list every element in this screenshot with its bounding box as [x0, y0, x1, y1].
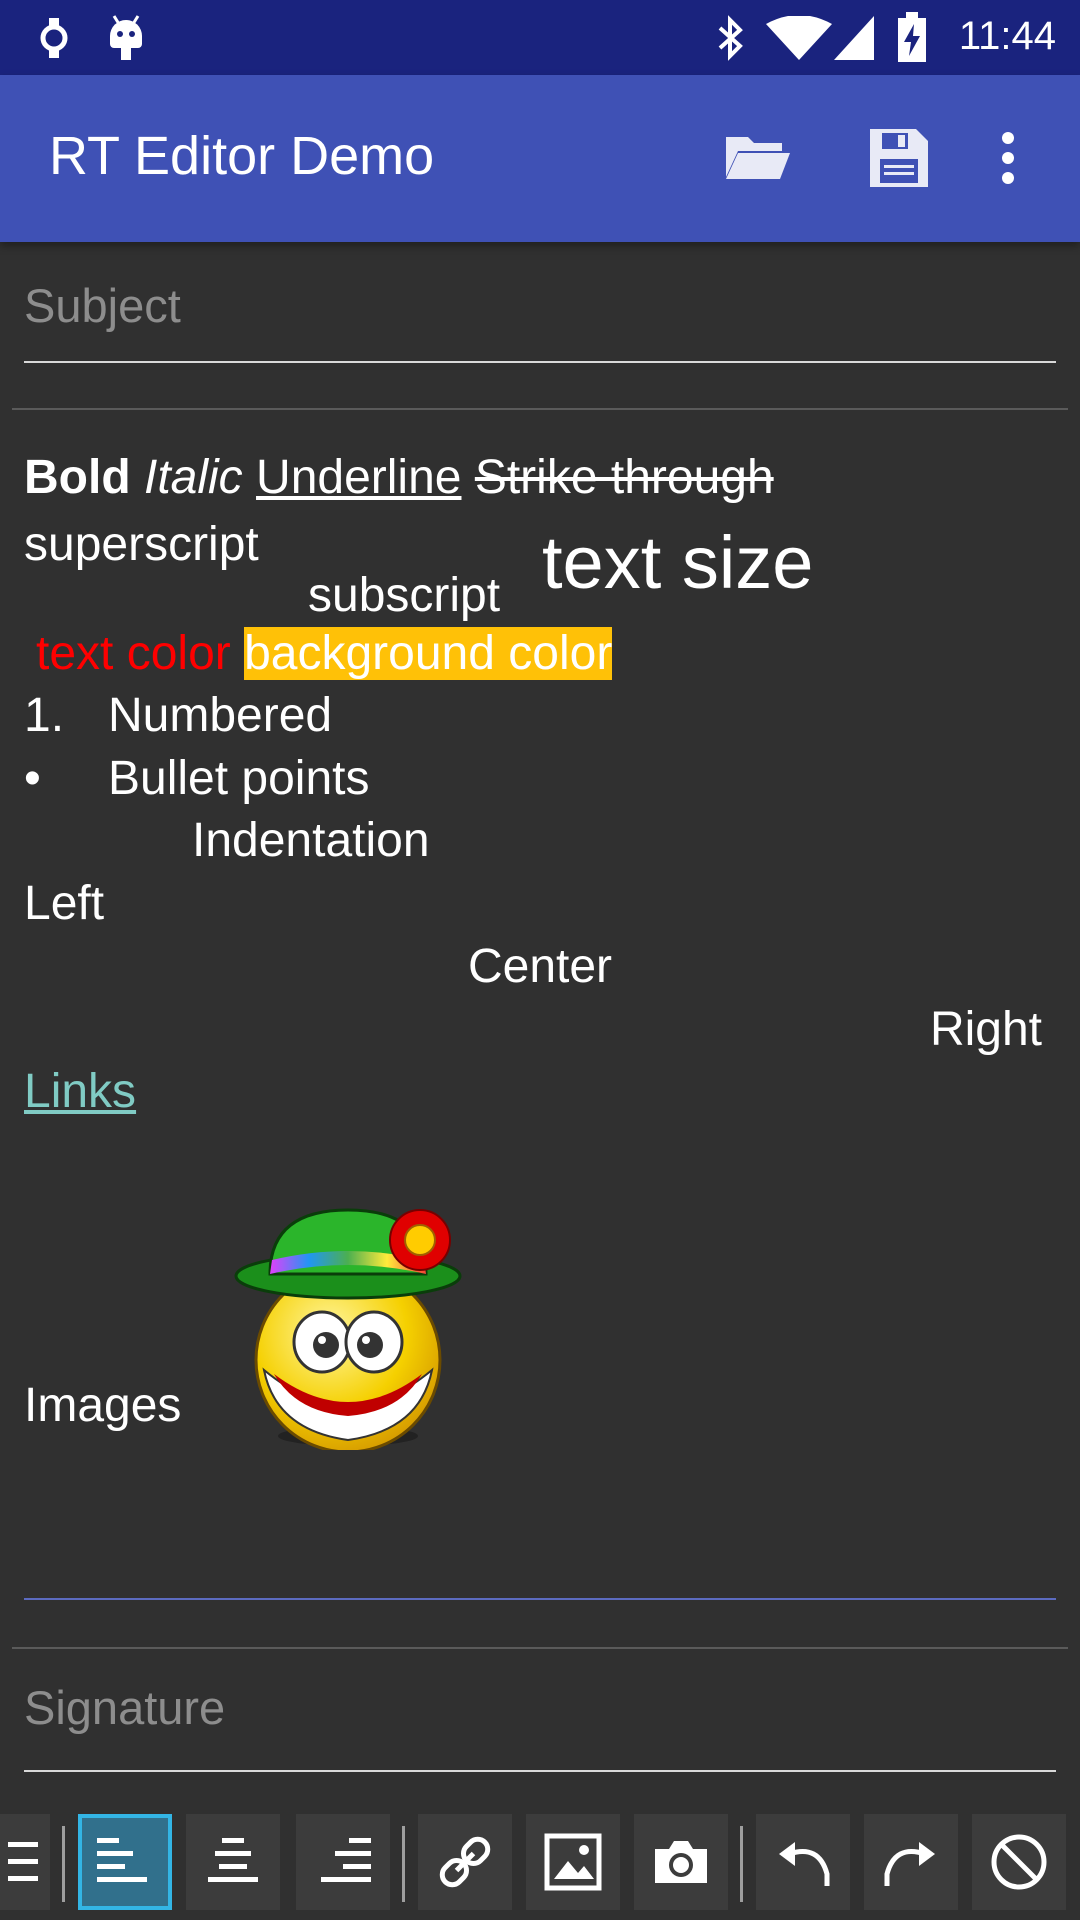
subject-underline [24, 361, 1056, 363]
right-aligned-text: Right [929, 1003, 1042, 1056]
toolbar-separator [62, 1826, 65, 1902]
text-size-text: text size [542, 521, 814, 604]
bullet-item: • Bullet points [24, 751, 370, 806]
clear-format-icon [989, 1832, 1049, 1892]
watch-icon [36, 16, 72, 60]
align-center-button[interactable] [186, 1814, 280, 1910]
bluetooth-icon [716, 14, 746, 62]
bullet-text: Bullet points [108, 752, 370, 805]
images-label: Images [24, 1379, 182, 1432]
link-button[interactable] [418, 1814, 512, 1910]
camera-icon [651, 1837, 711, 1887]
toolbar-separator [740, 1826, 743, 1902]
strike-text: Strike through [474, 451, 774, 504]
background-color-text: background color [244, 627, 613, 680]
cell-signal-icon [834, 16, 874, 60]
signature-underline [24, 1770, 1056, 1772]
save-icon[interactable] [868, 127, 930, 189]
italic-text: Italic [143, 451, 243, 504]
battery-charging-icon [896, 12, 928, 62]
center-aligned-text: Center [467, 940, 613, 993]
android-icon [104, 12, 148, 62]
subscript-text: subscript [308, 569, 501, 622]
align-left-icon [97, 1832, 153, 1892]
camera-button[interactable] [634, 1814, 728, 1910]
folder-open-icon[interactable] [724, 133, 790, 181]
bullet-list-button[interactable] [0, 1814, 50, 1910]
bold-text: Bold [24, 451, 131, 504]
editor-underline [24, 1598, 1056, 1600]
status-time: 11:44 [958, 14, 1056, 58]
underline-text: Underline [256, 451, 462, 504]
signature-placeholder: Signature [24, 1681, 226, 1734]
numbered-text: Numbered [108, 689, 333, 742]
superscript-text: superscript [24, 518, 259, 571]
align-right-icon [315, 1832, 371, 1892]
clown-emoji-image [230, 1190, 466, 1450]
undo-icon [773, 1834, 833, 1890]
indentation-text: Indentation [192, 814, 430, 867]
link-icon [435, 1832, 495, 1892]
toolbar-separator [402, 1826, 405, 1902]
divider [12, 1647, 1068, 1649]
color-line: text color background color [36, 626, 613, 681]
app-bar: RT Editor Demo [0, 75, 1080, 242]
image-icon [544, 1833, 602, 1891]
clear-format-button[interactable] [972, 1814, 1066, 1910]
subject-placeholder: Subject [24, 279, 181, 332]
redo-icon [881, 1834, 941, 1890]
text-color-text: text color [36, 627, 231, 680]
insert-image-button[interactable] [526, 1814, 620, 1910]
link-text[interactable]: Links [24, 1064, 136, 1119]
numbered-marker: 1. [24, 689, 65, 742]
align-left-button[interactable] [78, 1814, 172, 1910]
overflow-menu-icon[interactable] [998, 131, 1018, 185]
redo-button[interactable] [864, 1814, 958, 1910]
bullet-marker: • [24, 752, 41, 805]
format-line: Bold Italic Underline Strike through [24, 450, 774, 505]
undo-button[interactable] [756, 1814, 850, 1910]
status-bar: 11:44 [0, 0, 1080, 75]
align-center-icon [205, 1832, 261, 1892]
wifi-icon [766, 16, 832, 60]
align-right-button[interactable] [296, 1814, 390, 1910]
bullet-list-icon [8, 1832, 38, 1892]
numbered-item: 1. Numbered [24, 688, 332, 743]
left-aligned-text: Left [24, 877, 105, 930]
formatting-toolbar [0, 1808, 1080, 1920]
app-title: RT Editor Demo [49, 126, 435, 186]
divider [12, 408, 1068, 410]
